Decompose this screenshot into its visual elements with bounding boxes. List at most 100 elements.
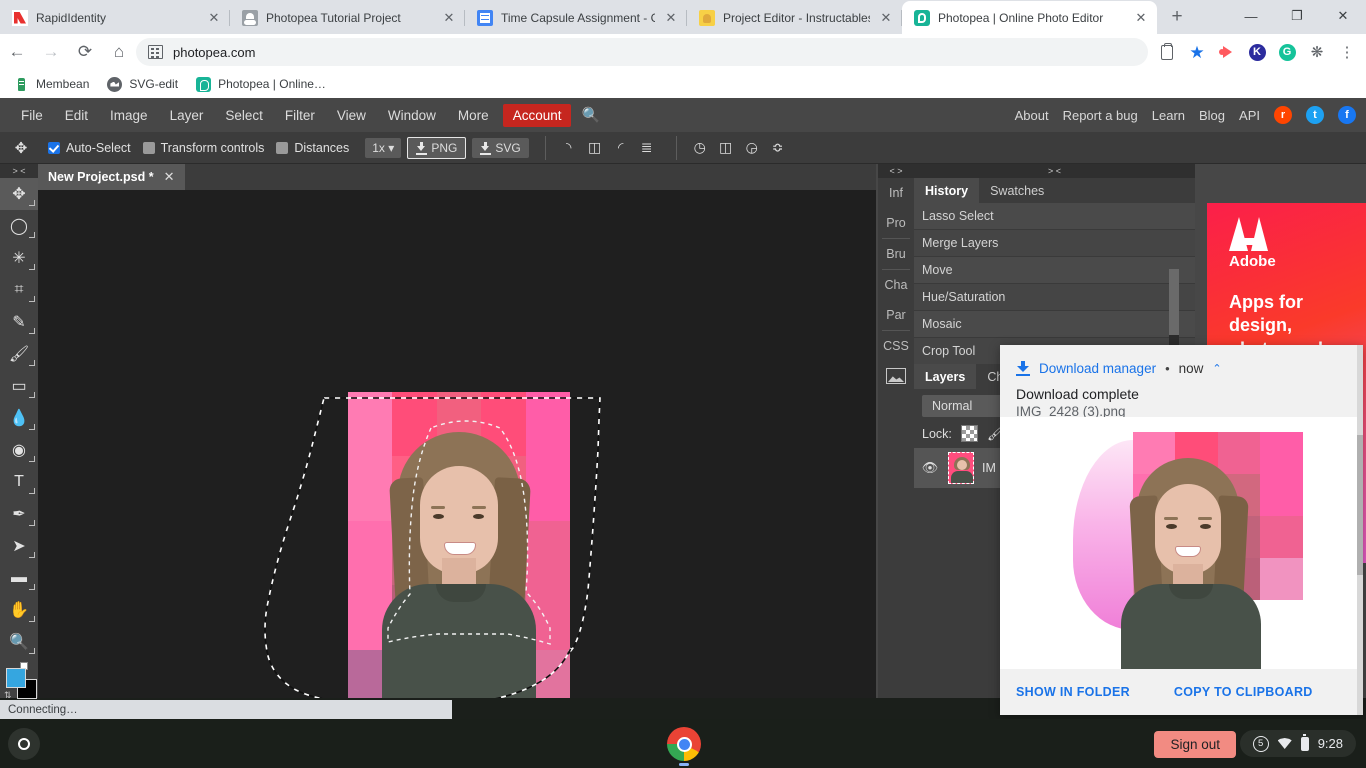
browser-tab-time-capsule[interactable]: Time Capsule Assignment - Goo ✕ [465, 1, 687, 34]
browser-tab-photopea-tutorial[interactable]: Photopea Tutorial Project ✕ [230, 1, 465, 34]
document-tab-close-icon[interactable]: ✕ [164, 169, 175, 185]
sign-out-button[interactable]: Sign out [1154, 731, 1236, 758]
link-api[interactable]: API [1239, 108, 1260, 123]
tab-close-button[interactable]: ✕ [206, 10, 222, 26]
maximize-restore-button[interactable]: ❐ [1274, 0, 1320, 32]
address-bar[interactable]: photopea.com [136, 38, 1148, 66]
lock-transparency-icon[interactable] [961, 425, 978, 442]
distances-checkbox[interactable]: Distances [276, 141, 349, 155]
menu-file[interactable]: File [10, 103, 54, 128]
browser-tab-instructables[interactable]: Project Editor - Instructables ✕ [687, 1, 902, 34]
menu-layer[interactable]: Layer [159, 103, 215, 128]
blend-mode-select[interactable]: Normal [922, 395, 1008, 417]
history-item[interactable]: Merge Layers [914, 230, 1195, 257]
tab-close-button[interactable]: ✕ [878, 10, 894, 26]
auto-select-checkbox[interactable]: Auto-Select [48, 141, 131, 155]
grammarly-extension-icon[interactable]: G [1272, 37, 1302, 67]
brush-tool[interactable]: 🖌 [0, 338, 38, 370]
bookmark-photopea[interactable]: Photopea | Online… [196, 77, 326, 92]
clipboard-icon[interactable] [1152, 37, 1182, 67]
link-report-a-bug[interactable]: Report a bug [1063, 108, 1138, 123]
twitter-icon[interactable]: t [1306, 106, 1324, 124]
menu-image[interactable]: Image [99, 103, 159, 128]
battery-icon[interactable] [1301, 737, 1309, 751]
menu-more[interactable]: More [447, 103, 500, 128]
history-item[interactable]: Hue/Saturation [914, 284, 1195, 311]
copy-to-clipboard-button[interactable]: COPY TO CLIPBOARD [1174, 685, 1313, 699]
account-button[interactable]: Account [503, 104, 572, 127]
facebook-icon[interactable]: f [1338, 106, 1356, 124]
forward-button[interactable]: → [34, 35, 68, 69]
extensions-puzzle-icon[interactable]: ❋ [1302, 37, 1332, 67]
panel-tab-brushes[interactable]: Bru [878, 239, 914, 269]
download-source-label[interactable]: Download manager [1039, 361, 1156, 376]
color-swatches[interactable]: ⇅ [6, 668, 36, 702]
history-item[interactable]: Mosaic [914, 311, 1195, 338]
panel-tab-css[interactable]: CSS [878, 331, 914, 361]
search-icon[interactable]: 🔍 [581, 106, 600, 124]
panel-tab-info[interactable]: Inf [878, 178, 914, 208]
wifi-icon[interactable] [1278, 738, 1292, 749]
history-scrollbar-thumb[interactable] [1169, 269, 1179, 335]
export-svg-button[interactable]: SVG [472, 138, 528, 158]
right-rail-handle[interactable]: < > [878, 164, 914, 178]
foreground-color-swatch[interactable] [6, 668, 26, 688]
reddit-icon[interactable]: r [1274, 106, 1292, 124]
history-item[interactable]: Lasso Select [914, 203, 1195, 230]
tab-close-button[interactable]: ✕ [1133, 10, 1149, 26]
canvas-photo-layer[interactable] [348, 392, 570, 698]
menu-view[interactable]: View [326, 103, 377, 128]
panel-tab-properties[interactable]: Pro [878, 208, 914, 238]
link-learn[interactable]: Learn [1152, 108, 1185, 123]
distribute-horizontal-icon[interactable]: ≎ [765, 136, 791, 160]
blur-tool[interactable]: 💧 [0, 402, 38, 434]
kami-extension-icon[interactable]: K [1242, 37, 1272, 67]
browser-tab-rapididentity[interactable]: RapidIdentity ✕ [0, 1, 230, 34]
link-blog[interactable]: Blog [1199, 108, 1225, 123]
document-tab-new-project[interactable]: New Project.psd * ✕ [38, 164, 185, 190]
crop-tool[interactable]: ⌗ [0, 274, 38, 306]
browser-tab-photopea-active[interactable]: Photopea | Online Photo Editor ✕ [902, 1, 1157, 34]
new-tab-button[interactable]: + [1163, 3, 1191, 31]
menu-select[interactable]: Select [214, 103, 274, 128]
tab-swatches[interactable]: Swatches [979, 178, 1055, 203]
hand-tool[interactable]: ✋ [0, 594, 38, 626]
back-button[interactable]: ← [0, 35, 34, 69]
right-dock-handle[interactable]: > < [914, 164, 1195, 178]
export-png-button[interactable]: PNG [407, 137, 466, 159]
menu-filter[interactable]: Filter [274, 103, 326, 128]
site-info-icon[interactable] [148, 45, 163, 59]
canvas-area[interactable] [38, 190, 876, 698]
bookmark-svgedit[interactable]: SVG-edit [107, 77, 178, 92]
zoom-level-select[interactable]: 1x ▾ [365, 138, 401, 158]
show-in-folder-button[interactable]: SHOW IN FOLDER [1016, 685, 1130, 699]
bookmark-star-icon[interactable]: ★ [1182, 37, 1212, 67]
align-left-icon[interactable]: ◝ [556, 136, 582, 160]
move-tool-icon[interactable]: ✥ [6, 135, 36, 161]
close-window-button[interactable]: ✕ [1320, 0, 1366, 32]
reload-button[interactable]: ⟳ [68, 35, 102, 69]
image-panel-icon[interactable] [878, 361, 914, 391]
transform-controls-checkbox[interactable]: Transform controls [143, 141, 265, 155]
link-about[interactable]: About [1015, 108, 1049, 123]
dodge-tool[interactable]: ◉ [0, 434, 38, 466]
align-center-horizontal-icon[interactable]: ◫ [582, 136, 608, 160]
spot-healing-tool[interactable]: ✎ [0, 306, 38, 338]
align-right-icon[interactable]: ◜ [608, 136, 634, 160]
bookmark-membean[interactable]: Membean [14, 77, 89, 92]
home-button[interactable]: ⌂ [102, 35, 136, 69]
type-tool[interactable]: T [0, 466, 38, 498]
cast-media-icon[interactable] [1212, 37, 1242, 67]
align-middle-icon[interactable]: ◫ [713, 136, 739, 160]
popup-scrollbar[interactable] [1357, 345, 1363, 715]
path-select-tool[interactable]: ➤ [0, 530, 38, 562]
history-list[interactable]: Lasso Select Merge Layers Move Hue/Satur… [914, 203, 1195, 365]
download-notification-popup[interactable]: Download manager • now ⌃ Download comple… [1000, 345, 1363, 715]
align-bottom-icon[interactable]: ◶ [739, 136, 765, 160]
shape-tool[interactable]: ▬ [0, 562, 38, 594]
pen-tool[interactable]: ✒ [0, 498, 38, 530]
chevron-up-icon[interactable]: ⌃ [1212, 362, 1221, 375]
tools-panel-handle[interactable]: > < [0, 164, 38, 178]
launcher-icon[interactable] [8, 728, 40, 760]
magic-wand-tool[interactable]: ✳ [0, 242, 38, 274]
